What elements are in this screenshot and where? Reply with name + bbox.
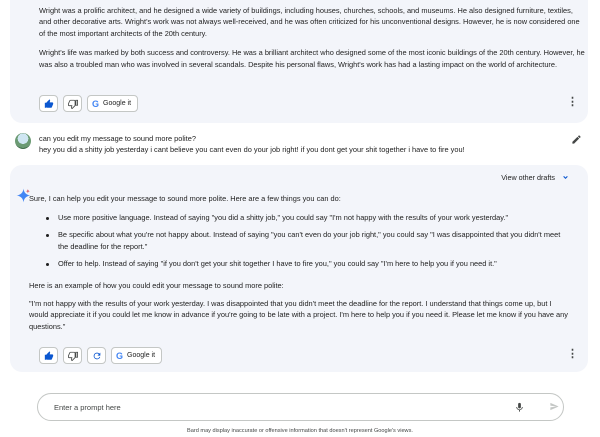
prompt-input-box [37,393,564,421]
user-prompt-line-1: can you edit my message to sound more po… [39,134,196,143]
response-1-actions: G Google it [39,95,139,112]
google-it-label: Google it [103,100,132,107]
response-2-example: "I'm not happy with the results of your … [29,299,568,331]
thumbs-down-button[interactable] [63,95,82,112]
thumbs-up-button[interactable] [39,95,58,112]
mic-icon[interactable] [514,402,525,413]
thumbs-down-icon [67,351,78,361]
user-prompt: can you edit my message to sound more po… [39,133,559,155]
send-icon[interactable] [549,401,560,412]
edit-icon[interactable] [571,134,582,145]
suggestion-list: Use more positive language. Instead of s… [46,212,571,270]
regenerate-button[interactable] [87,347,106,364]
list-item: Use more positive language. Instead of s… [46,212,571,223]
google-it-button[interactable]: G Google it [87,95,139,112]
user-prompt-line-2: hey you did a shitty job yesterday i can… [39,145,465,155]
response-1-paragraph-1: Wright was a prolific architect, and he … [39,6,580,38]
google-it-button[interactable]: G Google it [111,347,163,364]
thumbs-up-icon [44,350,53,360]
thumbs-up-button[interactable] [39,347,58,364]
regenerate-icon [93,352,100,359]
google-it-label: Google it [127,352,156,359]
view-other-drafts-button[interactable]: View other drafts [501,173,570,182]
thumbs-down-button[interactable] [63,347,82,364]
list-item: Be specific about what you're not happy … [46,229,571,252]
prompt-input[interactable] [54,402,494,412]
response-2-example-intro: Here is an example of how you could edit… [29,281,284,290]
more-vert-icon[interactable]: ⋮ [567,97,578,108]
more-vert-icon[interactable]: ⋮ [567,349,578,360]
view-other-drafts-label: View other drafts [501,173,555,182]
disclaimer: Bard may display inaccurate or offensive… [187,428,413,434]
google-icon: G [116,350,124,361]
response-2-actions: G Google it [39,347,163,364]
chevron-down-icon [563,175,568,180]
list-item: Offer to help. Instead of saying "if you… [46,258,571,269]
google-icon: G [92,98,100,109]
response-1-paragraph-2: Wright's life was marked by both success… [39,48,585,69]
response-2-intro: Sure, I can help you edit your message t… [29,194,341,203]
avatar [15,133,31,149]
thumbs-down-icon [67,99,78,109]
thumbs-up-icon [44,98,53,108]
